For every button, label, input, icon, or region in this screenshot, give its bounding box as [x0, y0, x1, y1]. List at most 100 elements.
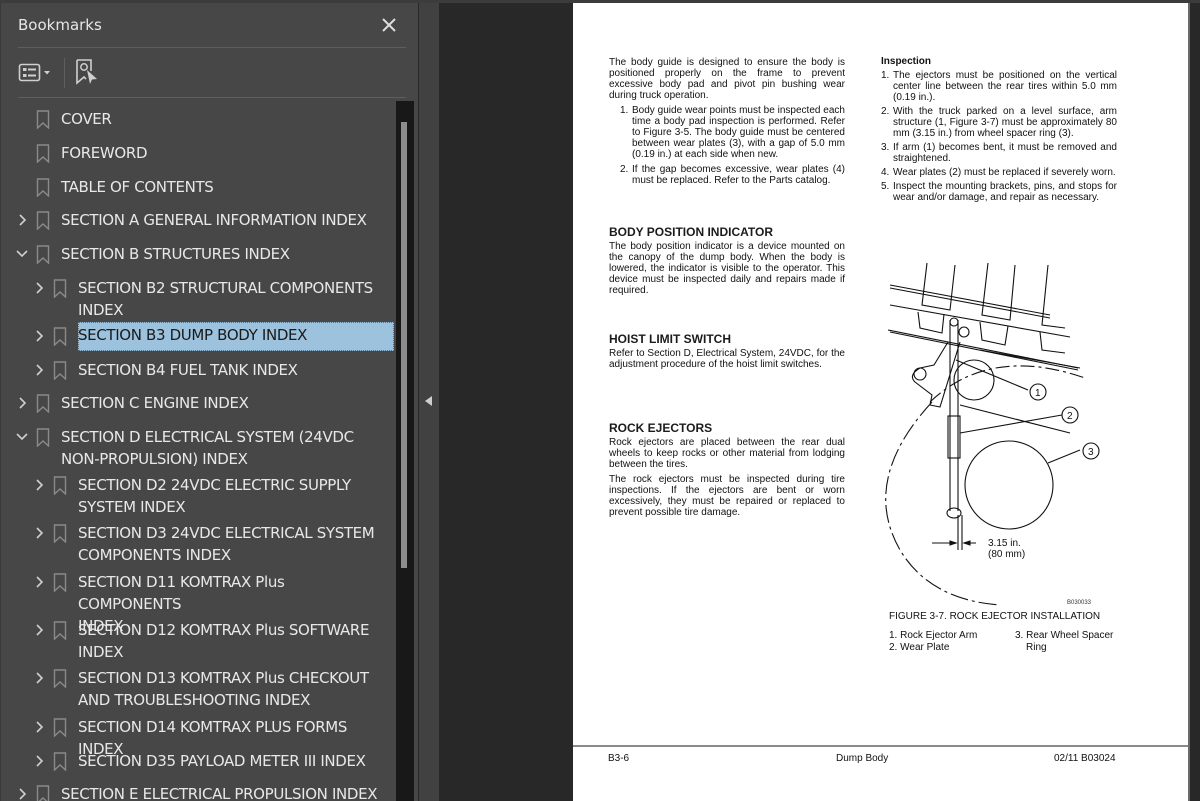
bookmarks-toolbar [1, 51, 419, 95]
bookmark-icon [53, 361, 67, 380]
list-item: 2. With the truck parked on a level surfa… [881, 106, 1117, 139]
footer-section: Dump Body [836, 753, 889, 764]
bookmark-icon [53, 621, 67, 640]
dimension-mm: (80 mm) [988, 549, 1025, 560]
bookmark-label[interactable]: SECTION D ELECTRICAL SYSTEM (24VDC NON-PR… [61, 426, 358, 470]
inspection-heading: Inspection [881, 56, 932, 67]
chevron-right-icon[interactable] [32, 325, 46, 347]
list-item: 2. If the gap becomes excessive, wear pla… [620, 164, 845, 186]
bookmark-icon [53, 573, 67, 592]
rock-ejector-figure: 1 2 3 3.15 in. (80 mm) [885, 262, 1100, 606]
chevron-right-icon[interactable] [15, 783, 29, 801]
section-heading: BODY POSITION INDICATOR [609, 225, 774, 239]
dimension-inches: 3.15 in. [988, 538, 1021, 549]
section-heading: ROCK EJECTORS [609, 421, 713, 435]
chevron-down-icon[interactable] [15, 426, 29, 448]
bookmark-icon [53, 327, 67, 346]
bookmark-icon [53, 524, 67, 543]
header-divider [18, 47, 406, 48]
bookmark-label[interactable]: SECTION B4 FUEL TANK INDEX [78, 359, 302, 381]
toolbar-separator [64, 58, 65, 88]
hoist-text: Refer to Section D, Electrical System, 2… [609, 348, 845, 370]
bookmark-label[interactable]: SECTION D2 24VDC ELECTRIC SUPPLY SYSTEM I… [78, 474, 355, 518]
find-current-bookmark-icon [76, 59, 97, 85]
list-item: 3. If arm (1) becomes bent, it must be re… [881, 142, 1117, 164]
collapse-left-arrow-icon[interactable] [425, 396, 432, 406]
bookmark-label[interactable]: SECTION E ELECTRICAL PROPULSION INDEX [61, 783, 381, 801]
figure-legend-right: 3. Rear Wheel Spacer Ring [1015, 630, 1113, 654]
body-guide-intro: The body guide is designed to ensure the… [609, 57, 845, 101]
bookmark-icon [36, 211, 50, 230]
bookmark-icon [36, 394, 50, 413]
bookmark-label[interactable]: SECTION D35 PAYLOAD METER III INDEX [78, 750, 370, 772]
bookmark-label[interactable]: SECTION A GENERAL INFORMATION INDEX [61, 209, 371, 231]
figure-id: B030033 [1067, 600, 1092, 606]
footer-page-number: B3-6 [608, 753, 630, 764]
rock-ejectors-text-2: The rock ejectors must be inspected duri… [609, 474, 845, 518]
bookmark-icon [53, 279, 67, 298]
list-options-icon [18, 63, 50, 82]
body-guide-steps: 1. Body guide wear points must be inspect… [609, 105, 845, 186]
bookmark-label[interactable]: SECTION D12 KOMTRAX Plus SOFTWARE INDEX [78, 619, 373, 663]
chevron-right-icon[interactable] [32, 750, 46, 772]
legend-item: 3. Rear Wheel Spacer [1015, 630, 1114, 641]
chevron-right-icon[interactable] [15, 392, 29, 414]
bookmark-icon [36, 245, 50, 264]
bookmark-label[interactable]: SECTION B3 DUMP BODY INDEX [78, 322, 394, 351]
legend-item: Ring [1026, 642, 1047, 653]
chevron-right-icon[interactable] [32, 522, 46, 544]
list-item: 1. The ejectors must be positioned on the… [881, 70, 1117, 103]
bookmark-icon [36, 178, 50, 197]
chevron-right-icon[interactable] [32, 716, 46, 738]
bookmarks-header: Bookmarks [1, 3, 419, 47]
chevron-right-icon[interactable] [32, 667, 46, 689]
bookmark-label[interactable]: TABLE OF CONTENTS [61, 176, 217, 198]
bookmark-icon [53, 718, 67, 737]
options-menu-button[interactable] [18, 60, 58, 86]
bookmark-icon [36, 785, 50, 801]
rock-ejectors-section: ROCK EJECTORS Rock ejectors are placed b… [609, 421, 845, 522]
legend-item: 1. Rock Ejector Arm [889, 630, 978, 641]
bookmarks-panel: Bookmarks COVER FOREWORD TABLE OF CONTEN… [0, 3, 418, 801]
bookmark-icon [53, 752, 67, 771]
rock-ejectors-text-1: Rock ejectors are placed between the rea… [609, 437, 845, 470]
callout-2: 2 [1067, 411, 1073, 422]
callout-3: 3 [1088, 447, 1094, 458]
bookmark-label[interactable]: COVER [61, 108, 115, 130]
chevron-right-icon[interactable] [32, 359, 46, 381]
chevron-right-icon[interactable] [32, 619, 46, 641]
list-item: 1. Body guide wear points must be inspect… [620, 105, 845, 160]
bookmark-label[interactable]: SECTION C ENGINE INDEX [61, 392, 253, 414]
right-column: Inspection 1. The ejectors must be positi… [881, 56, 1117, 206]
bookmark-label[interactable]: SECTION B2 STRUCTURAL COMPONENTS INDEX [78, 277, 377, 321]
bookmark-label[interactable]: SECTION B STRUCTURES INDEX [61, 243, 294, 265]
bookmarks-scrollbar-thumb[interactable] [401, 122, 407, 568]
legend-item: 2. Wear Plate [889, 642, 950, 653]
chevron-right-icon[interactable] [15, 209, 29, 231]
bookmark-label[interactable]: SECTION D3 24VDC ELECTRICAL SYSTEM COMPON… [78, 522, 378, 566]
page-edge [1188, 3, 1190, 801]
bookmark-icon [53, 476, 67, 495]
body-position-text: The body position indicator is a device … [609, 241, 845, 296]
bookmark-label[interactable]: SECTION D13 KOMTRAX Plus CHECKOUT AND TRO… [78, 667, 373, 711]
list-item: 5. Inspect the mounting brackets, pins, a… [881, 181, 1117, 203]
inspection-steps: 1. The ejectors must be positioned on the… [881, 70, 1117, 203]
callout-1: 1 [1035, 388, 1041, 399]
bookmark-icon [36, 428, 50, 447]
footer-doc-code: 02/11 B03024 [1054, 753, 1116, 764]
section-heading: HOIST LIMIT SWITCH [609, 332, 731, 346]
close-icon [382, 18, 396, 32]
close-panel-button[interactable] [377, 13, 401, 37]
chevron-right-icon[interactable] [32, 571, 46, 593]
chevron-down-icon[interactable] [15, 243, 29, 265]
bookmark-icon [36, 110, 50, 129]
bookmarks-title: Bookmarks [18, 16, 102, 34]
bookmark-label[interactable]: FOREWORD [61, 142, 151, 164]
chevron-right-icon[interactable] [32, 277, 46, 299]
left-column: The body guide is designed to ensure the… [609, 57, 845, 190]
bookmark-icon [53, 669, 67, 688]
find-current-bookmark-button[interactable] [74, 57, 100, 87]
figure-legend-left: 1. Rock Ejector Arm 2. Wear Plate [889, 630, 977, 654]
toolbar-divider [18, 97, 406, 98]
chevron-right-icon[interactable] [32, 474, 46, 496]
